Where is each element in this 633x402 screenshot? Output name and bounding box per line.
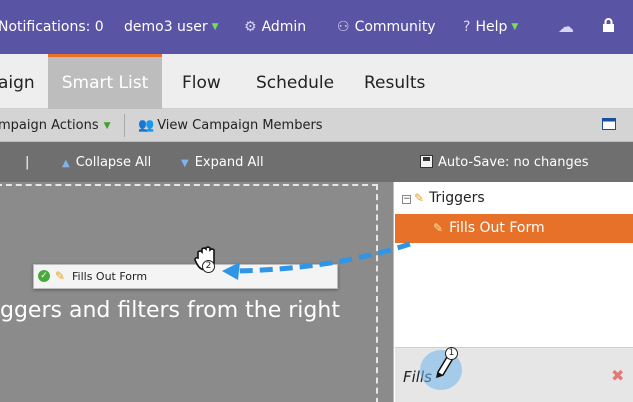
lock-icon[interactable] [602,0,615,54]
tab-schedule[interactable]: Schedule [256,54,334,109]
collapse-icon[interactable]: − [402,195,411,204]
tree-item-fills-out-form[interactable]: ✎ Fills Out Form [395,214,633,243]
gear-icon: ⚙ [244,19,257,35]
check-icon: ✓ [38,270,50,282]
community-link[interactable]: ⚇ Community [337,0,436,54]
campaign-tabs: aign Smart List Flow Schedule Results [0,54,633,109]
admin-label: Admin [261,19,307,35]
autosave-label: Auto-Save: no changes [438,155,589,170]
collapse-all-label: Collapse All [75,155,152,170]
user-label: demo3 user [124,19,208,35]
question-icon: ? [463,19,471,35]
expand-all-label: Expand All [194,155,264,170]
autosave-status: Auto-Save: no changes [420,142,588,182]
smart-list-canvas[interactable]: ggers and filters from the right ✓ ✎ Fil… [0,182,393,402]
toolbar-separator: | [25,155,30,170]
step-number-badge: 1 [445,347,458,360]
campaign-actions-button[interactable]: mpaign Actions ▼ [0,109,111,142]
dragged-trigger-label: Fills Out Form [72,270,148,283]
tab-label: aign [0,73,35,93]
tab-results[interactable]: Results [364,54,425,109]
tab-label: Smart List [61,73,149,93]
notifications-label: Notifications: 0 [0,19,104,35]
collapse-all-button[interactable]: ▲ Collapse All [62,142,151,182]
tab-campaign[interactable]: aign [0,54,46,109]
trigger-icon: ✎ [414,191,425,205]
smart-list-toolbar: | ▲ Collapse All ▼ Expand All Auto-Save: n… [0,142,633,182]
drop-zone[interactable] [0,184,378,402]
divider [124,114,125,137]
user-menu[interactable]: demo3 user ▼ [124,0,219,54]
people-icon: ⚇ [337,19,350,35]
drop-hint-text: ggers and filters from the right [0,298,340,323]
tree-group-triggers[interactable]: − ✎ Triggers [402,182,485,214]
triangle-down-icon: ▼ [181,158,189,169]
chevron-down-icon: ▼ [511,22,519,32]
help-menu[interactable]: ? Help ▼ [463,0,518,54]
clear-icon[interactable]: ✖ [611,366,624,385]
trigger-icon: ✎ [433,221,444,235]
tab-label: Results [364,73,426,93]
window-icon[interactable] [602,109,616,142]
help-label: Help [475,19,508,35]
tab-flow[interactable]: Flow [182,54,221,109]
triangle-down-icon: ▼ [103,121,111,131]
members-icon: 👥 [138,118,155,133]
chevron-down-icon: ▼ [211,22,219,32]
top-nav-bar: Notifications: 0 demo3 user ▼ ⚙ Admin ⚇ Com… [0,0,633,54]
step-number-badge: 2 [202,260,215,273]
view-members-label: View Campaign Members [157,118,323,133]
view-campaign-members-button[interactable]: 👥 View Campaign Members [138,109,323,142]
triangle-up-icon: ▲ [62,158,70,169]
cloud-icon[interactable]: ☁ [558,0,579,54]
tree-group-label: Triggers [429,190,485,206]
save-icon [420,155,433,168]
admin-link[interactable]: ⚙ Admin [244,0,306,54]
expand-all-button[interactable]: ▼ Expand All [181,142,264,182]
tab-label: Flow [182,73,221,93]
campaign-actions-label: mpaign Actions [0,118,99,133]
dragged-trigger-card[interactable]: ✓ ✎ Fills Out Form [33,264,338,289]
tab-label: Schedule [256,73,335,93]
action-bar: mpaign Actions ▼ 👥 View Campaign Members [0,109,633,142]
tree-item-label: Fills Out Form [449,220,545,236]
notifications-link[interactable]: Notifications: 0 [0,0,104,54]
trigger-icon: ✎ [55,269,66,283]
community-label: Community [354,19,436,35]
tab-smart-list[interactable]: Smart List [48,54,162,109]
